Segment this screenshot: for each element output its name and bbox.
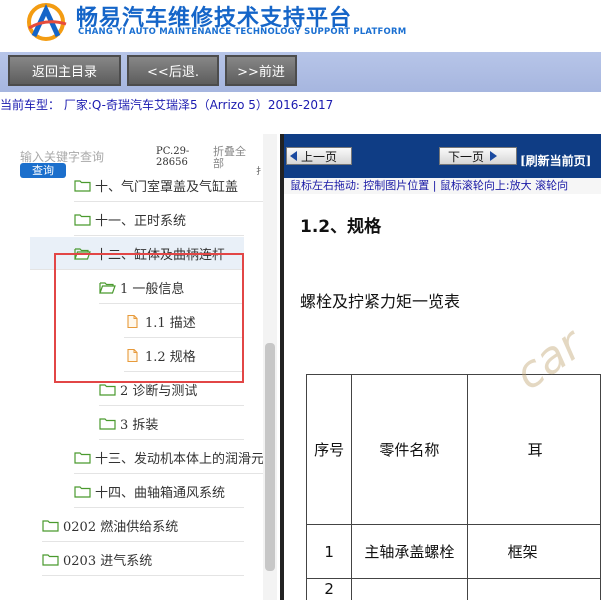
refresh-page-button[interactable]: [刷新当前页] [520,152,591,169]
pc-code: PC.29-28656 [156,146,190,168]
tree-item[interactable]: 十、气门室罩盖及气缸盖 [74,169,264,202]
tree-item-label: 十三、发动机本体上的润滑元 [95,451,264,467]
tree-item[interactable]: 0202 燃油供给系统 [42,509,244,542]
column-header: 耳 [466,374,601,525]
tree-item-label: 十、气门室罩盖及气缸盖 [95,179,239,195]
current-vehicle: 当前车型： 厂家:Q-奇瑞汽车艾瑞泽5（Arrizo 5）2016-2017 [0,98,334,112]
table-cell: 1 [305,524,353,579]
back-button[interactable]: <<后退. [127,55,219,86]
folder-icon [99,383,120,396]
tree-item[interactable]: 十三、发动机本体上的润滑元 [74,441,264,474]
folder-icon [74,179,95,192]
app-logo-icon [27,3,67,41]
torque-table: 序号 零件名称 耳 1 主轴承盖螺栓 框架 2 [305,374,601,600]
content-pane: 上一页 下一页 [刷新当前页] 鼠标左右拖动: 控制图片位置 | 鼠标滚轮向上:… [284,134,601,600]
table-cell: 2 [305,578,353,600]
prev-page-label: 上一页 [301,149,338,164]
collapse-all-button[interactable]: 折叠全部 [213,146,253,170]
tree-item-label: 0202 燃油供给系统 [63,519,179,535]
forward-button[interactable]: >>前进 [225,55,297,86]
table-row: 2 [305,578,601,600]
folder-icon [74,451,95,464]
separator [0,112,601,134]
next-page-label: 下一页 [448,149,485,164]
tree-item-label: 3 拆装 [120,417,159,433]
tree-item[interactable]: 0203 进气系统 [42,543,244,576]
folder-icon [42,519,63,532]
app-header: 畅易汽车维修技术支持平台 CHANG YI AUTO MAINTENANCE T… [0,0,601,52]
tree-item-label: 十一、正时系统 [95,213,187,229]
table-cell: 框架 [466,524,601,579]
next-page-button[interactable]: 下一页 [439,147,517,165]
tree-item[interactable]: 十一、正时系统 [74,203,244,236]
prev-page-button[interactable]: 上一页 [286,147,352,165]
mouse-hint: 鼠标左右拖动: 控制图片位置 | 鼠标滚轮向上:放大 滚轮向 [284,178,601,194]
tree-item[interactable]: 3 拆装 [99,407,244,440]
column-header: 零件名称 [351,374,468,525]
table-cell [351,578,468,600]
table-header-row: 序号 零件名称 耳 [305,374,601,525]
main-toolbar: 返回主目录 <<后退. >>前进 [0,52,601,92]
prev-arrow-icon [290,151,297,161]
table-row: 1 主轴承盖螺栓 框架 [305,524,601,579]
folder-icon [99,417,120,430]
home-button[interactable]: 返回主目录 [8,55,121,86]
column-header: 序号 [305,374,353,525]
tree-item-label: 十四、曲轴箱通风系统 [95,485,226,501]
table-cell: 主轴承盖螺栓 [351,524,468,579]
annotation-highlight [54,253,244,383]
next-arrow-icon [490,151,498,161]
app-subtitle: CHANG YI AUTO MAINTENANCE TECHNOLOGY SUP… [78,27,407,37]
tree-item-label: 0203 进气系统 [63,553,153,569]
section-subtitle: 螺栓及拧紧力矩一览表 [300,292,461,311]
folder-icon [42,553,63,566]
page-nav: 上一页 下一页 [刷新当前页] [284,134,601,178]
tree-item[interactable]: 十四、曲轴箱通风系统 [74,475,244,508]
folder-icon [74,485,95,498]
sidebar-scroll-thumb[interactable] [265,343,275,571]
folder-icon [74,213,95,226]
query-button[interactable]: 查询 [20,163,66,178]
page-title: 1.2、规格 [300,217,382,237]
table-cell [466,578,601,600]
